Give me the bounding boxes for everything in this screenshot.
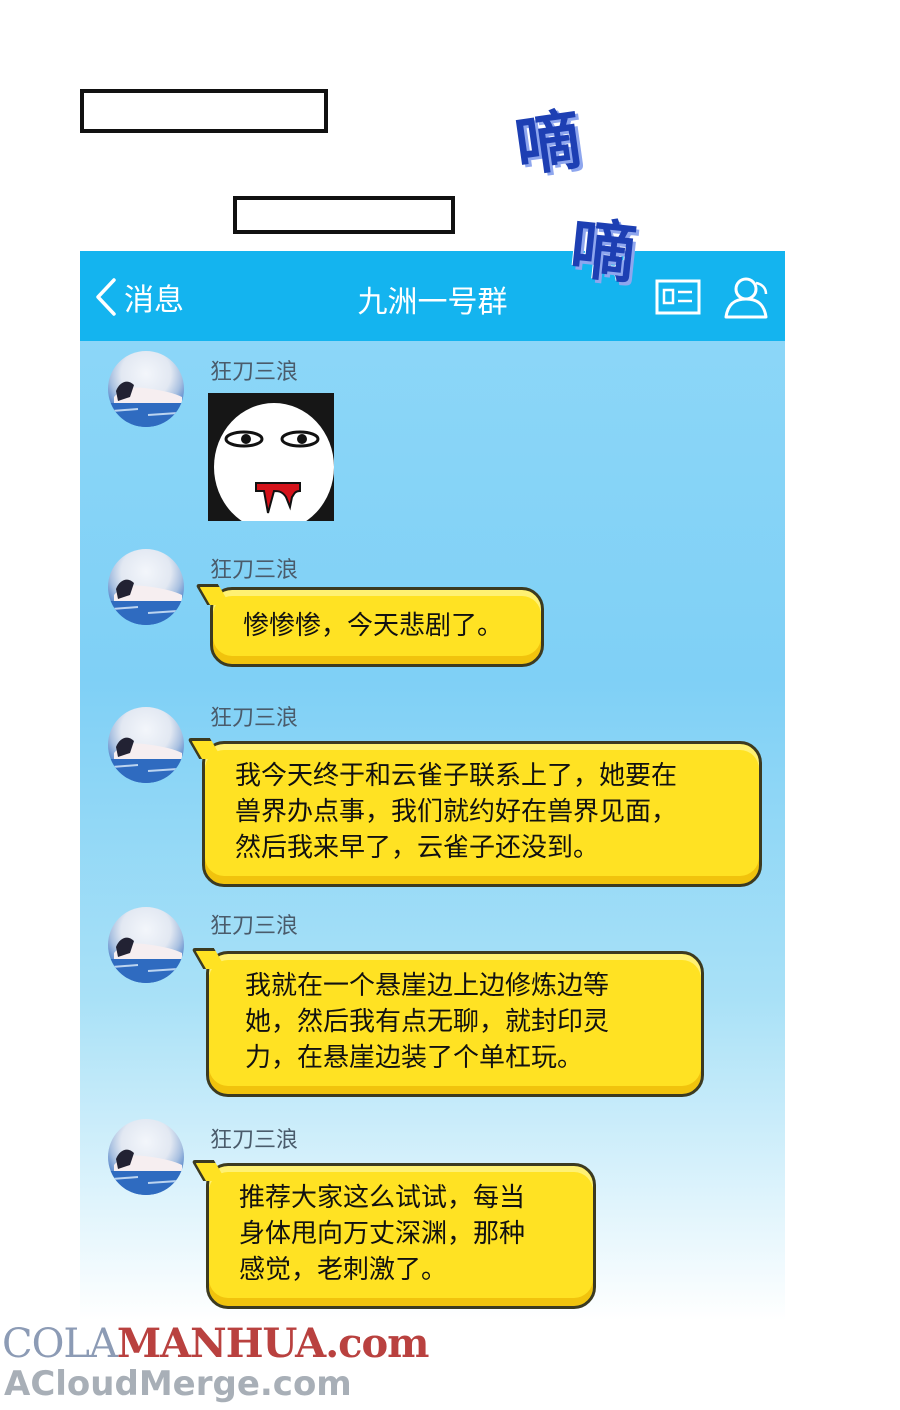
caption-box-2: [233, 196, 455, 234]
avatar-image-icon: [108, 381, 184, 427]
sticker-image[interactable]: [208, 393, 334, 531]
avatar[interactable]: [108, 907, 184, 983]
message-text: 惨惨惨，今天悲剧了。: [243, 611, 504, 641]
watermark-colamanhua: COLAMANHUA.com: [2, 1320, 429, 1367]
contact-card-icon[interactable]: [655, 279, 701, 315]
avatar-image-icon: [108, 737, 184, 783]
sender-name: 狂刀三浪: [210, 914, 299, 939]
chat-header: 消息 九洲一号群: [80, 251, 785, 341]
group-members-icon[interactable]: [722, 275, 772, 319]
avatar-image-icon: [108, 937, 184, 983]
caption-box-1: [80, 89, 328, 133]
sender-name: 狂刀三浪: [210, 558, 299, 583]
watermark-part-b: MANHUA.com: [116, 1320, 430, 1367]
chat-screen: 消息 九洲一号群 狂刀三浪 狂刀三浪 惨惨惨，今天悲剧了。 狂刀三浪 我今天终于…: [80, 251, 785, 1321]
message-bubble[interactable]: 我就在一个悬崖边上边修炼边等 她，然后我有点无聊，就封印灵 力，在悬崖边装了个单…: [206, 951, 704, 1097]
watermark-acloudmerge: ACloudMerge.com: [4, 1364, 352, 1404]
message-bubble[interactable]: 惨惨惨，今天悲剧了。: [210, 587, 544, 667]
avatar[interactable]: [108, 549, 184, 625]
avatar-image-icon: [108, 1149, 184, 1195]
avatar[interactable]: [108, 351, 184, 427]
message-text: 我今天终于和云雀子联系上了，她要在 兽界办点事，我们就约好在兽界见面， 然后我来…: [235, 761, 678, 863]
watermark-part-a: COLA: [2, 1321, 118, 1367]
avatar[interactable]: [108, 1119, 184, 1195]
sound-effect-2: 嘀: [566, 208, 640, 294]
message-text: 我就在一个悬崖边上边修炼边等 她，然后我有点无聊，就封印灵 力，在悬崖边装了个单…: [245, 971, 610, 1073]
drooling-face-sticker-icon: [208, 393, 334, 531]
message-bubble[interactable]: 我今天终于和云雀子联系上了，她要在 兽界办点事，我们就约好在兽界见面， 然后我来…: [202, 741, 762, 887]
message-bubble[interactable]: 推荐大家这么试试，每当 身体甩向万丈深渊，那种 感觉，老刺激了。: [206, 1163, 596, 1309]
sender-name: 狂刀三浪: [210, 1128, 299, 1153]
message-text: 推荐大家这么试试，每当 身体甩向万丈深渊，那种 感觉，老刺激了。: [239, 1183, 526, 1285]
sound-effect-1: 嘀: [509, 99, 587, 187]
avatar[interactable]: [108, 707, 184, 783]
avatar-image-icon: [108, 579, 184, 625]
sender-name: 狂刀三浪: [210, 360, 299, 385]
sender-name: 狂刀三浪: [210, 706, 299, 731]
